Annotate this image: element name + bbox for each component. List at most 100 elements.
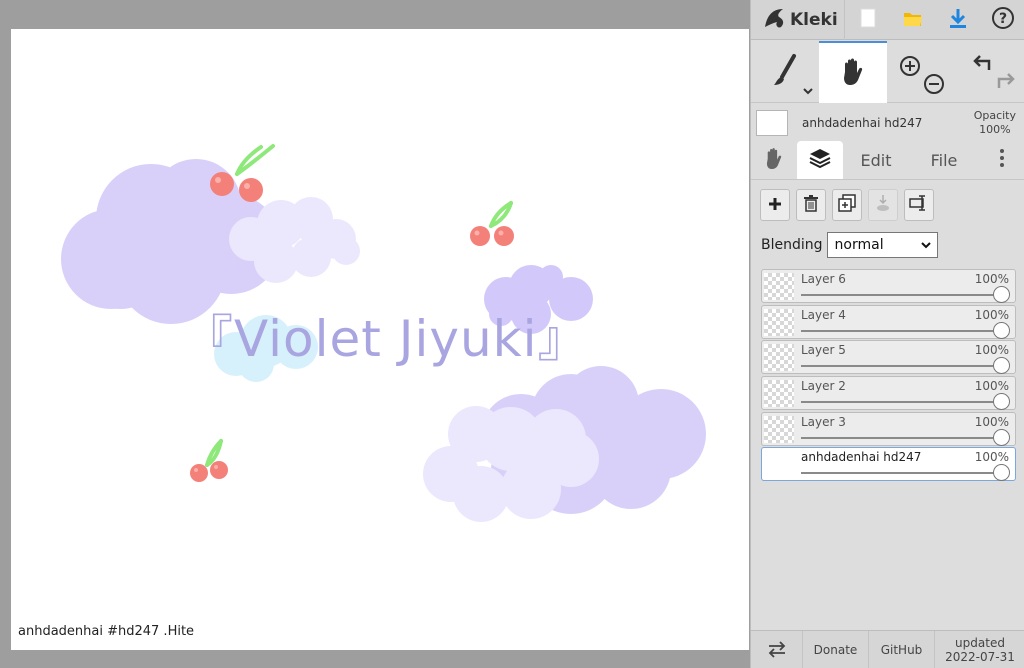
layer-name: anhdadenhai hd247: [801, 450, 922, 465]
chevron-down-icon: [802, 81, 814, 100]
drawing-canvas[interactable]: 『Violet Jiyuki』 anhdadenhai #hd247 .Hite: [11, 29, 749, 650]
help-icon: ?: [991, 6, 1015, 34]
hand-icon: [763, 146, 785, 174]
opacity-value: 100%: [979, 123, 1011, 136]
brush-tool-button[interactable]: [751, 41, 819, 103]
merge-layer-button[interactable]: [868, 189, 898, 221]
kleki-logo[interactable]: Kleki: [751, 0, 845, 40]
layer-opacity-knob[interactable]: [993, 321, 1010, 339]
zoom-in-icon[interactable]: [899, 55, 921, 81]
layer-opacity-knob[interactable]: [993, 393, 1010, 411]
layer-toolbar: [760, 189, 934, 221]
layer-name: Layer 4: [801, 307, 846, 322]
zoom-controls: [887, 41, 955, 103]
layer-item-active[interactable]: anhdadenhai hd247 100%: [761, 447, 1016, 482]
brush-icon: [770, 53, 800, 91]
layer-item[interactable]: Layer 2 100%: [761, 376, 1016, 411]
cherry-right: [470, 201, 514, 246]
layer-opacity-track[interactable]: [801, 472, 1002, 475]
zoom-out-icon[interactable]: [923, 73, 945, 99]
layer-opacity-knob[interactable]: [993, 428, 1010, 446]
layer-thumbnail: [764, 451, 794, 479]
layer-name: Layer 2: [801, 379, 846, 394]
layer-opacity-track[interactable]: [801, 365, 1002, 368]
new-image-button[interactable]: [845, 0, 890, 40]
blending-row: Blending normal: [761, 232, 938, 258]
blending-select[interactable]: normal: [826, 232, 938, 258]
tab-hand[interactable]: [751, 141, 797, 179]
panel-tabs: Edit File: [751, 141, 1024, 180]
layer-item[interactable]: Layer 4 100%: [761, 304, 1016, 339]
blending-value: normal: [834, 237, 884, 253]
layer-opacity: 100%: [974, 272, 1009, 286]
tool-panel: Kleki ? anhdadenhai hd247 Opacity 100% E…: [750, 0, 1024, 668]
layer-name: Layer 5: [801, 343, 846, 358]
layer-opacity-track[interactable]: [801, 436, 1002, 439]
layer-preview: anhdadenhai hd247 Opacity 100%: [751, 104, 1024, 142]
undo-icon[interactable]: [971, 53, 993, 77]
canvas-stage[interactable]: 『Violet Jiyuki』 anhdadenhai #hd247 .Hite: [0, 0, 750, 668]
open-folder-icon: [902, 8, 924, 32]
layer-name: Layer 3: [801, 414, 846, 429]
artwork-title-text: 『Violet Jiyuki』: [183, 310, 589, 368]
svg-text:?: ?: [998, 11, 1006, 27]
opacity-label: Opacity: [973, 109, 1016, 122]
layer-name: Layer 6: [801, 272, 846, 286]
layers-icon: [808, 147, 832, 173]
undo-redo-controls: [955, 41, 1024, 103]
layer-opacity: 100%: [974, 379, 1009, 394]
duplicate-layer-button[interactable]: [832, 189, 862, 221]
chevron-down-icon: [920, 237, 931, 253]
hand-tool-button[interactable]: [819, 41, 887, 103]
help-button[interactable]: ?: [980, 0, 1024, 40]
duplicate-layer-icon: [838, 194, 856, 216]
kleki-app: 『Violet Jiyuki』 anhdadenhai #hd247 .Hite…: [0, 0, 1024, 668]
delete-layer-button[interactable]: [796, 189, 826, 221]
layer-opacity: 100%: [974, 414, 1009, 429]
github-link[interactable]: GitHub: [869, 631, 935, 668]
tab-edit[interactable]: Edit: [843, 141, 909, 179]
layer-opacity: 100%: [974, 450, 1009, 465]
rename-layer-icon: [909, 194, 929, 216]
layer-thumbnail: [764, 344, 794, 372]
artwork-signature: anhdadenhai #hd247 .Hite: [18, 624, 195, 639]
cherry-bottom: [190, 439, 228, 482]
layer-thumbnail: [764, 415, 794, 443]
merge-layer-icon: [875, 194, 891, 216]
layer-opacity-knob[interactable]: [993, 357, 1010, 375]
tool-row: [751, 41, 1024, 103]
layer-item[interactable]: Layer 5 100%: [761, 340, 1016, 375]
kleki-logo-icon: [763, 7, 787, 33]
layer-opacity: 100%: [974, 307, 1009, 322]
more-menu-button[interactable]: [979, 141, 1024, 179]
updated-info[interactable]: updated 2022-07-31: [935, 631, 1024, 668]
add-layer-button[interactable]: [760, 189, 790, 221]
layer-preview-thumbnail[interactable]: [756, 110, 788, 136]
layer-item[interactable]: Layer 3 100%: [761, 411, 1016, 446]
layer-thumbnail: [764, 273, 794, 300]
layer-opacity-track[interactable]: [801, 329, 1002, 332]
updated-date: 2022-07-31: [945, 650, 1015, 664]
add-layer-icon: [768, 196, 782, 215]
donate-link[interactable]: Donate: [803, 631, 869, 668]
layer-opacity-knob[interactable]: [993, 464, 1010, 482]
layer-opacity-knob[interactable]: [993, 286, 1010, 303]
top-bar: Kleki ?: [751, 0, 1024, 40]
swap-panel-side-button[interactable]: [751, 631, 803, 668]
layer-opacity-track[interactable]: [801, 294, 1002, 296]
redo-icon[interactable]: [995, 71, 1017, 95]
layer-opacity-readout: Opacity 100%: [974, 109, 1016, 137]
layer-thumbnail: [764, 380, 794, 408]
hand-icon: [839, 56, 867, 90]
tab-layers[interactable]: [797, 141, 843, 179]
new-image-icon: [860, 8, 876, 32]
layer-opacity-track[interactable]: [801, 401, 1002, 404]
layer-thumbnail: [764, 308, 794, 336]
download-icon: [948, 7, 968, 33]
save-image-button[interactable]: [935, 0, 980, 40]
updated-label: updated: [955, 636, 1005, 650]
tab-file[interactable]: File: [909, 141, 979, 179]
open-image-button[interactable]: [890, 0, 935, 40]
layer-item[interactable]: Layer 6 100%: [761, 269, 1016, 303]
rename-layer-button[interactable]: [904, 189, 934, 221]
